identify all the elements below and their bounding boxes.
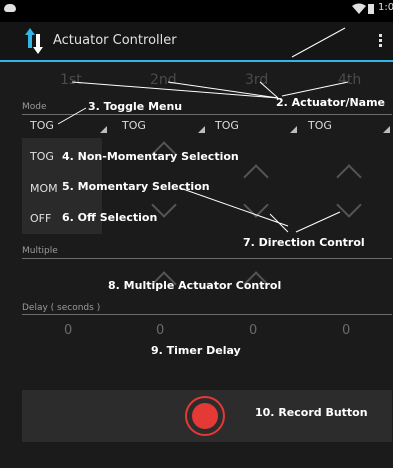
annotation-toggle-menu: 3. Toggle Menu xyxy=(88,100,183,113)
annotation-lines xyxy=(57,27,349,233)
annotation-off-selection: 6. Off Selection xyxy=(62,211,158,224)
annotation-timer: 9. Timer Delay xyxy=(151,344,241,357)
annotation-actuator-name: 2. Actuator/Name xyxy=(276,96,386,109)
annotation-momentary: 5. Momentary Selection xyxy=(62,180,210,193)
annotation-direction: 7. Direction Control xyxy=(243,236,365,249)
annotation-record: 10. Record Button xyxy=(255,406,368,419)
annotation-multiple: 8. Multiple Actuator Control xyxy=(108,279,282,292)
annotation-non-momentary: 4. Non-Momentary Selection xyxy=(62,150,239,163)
